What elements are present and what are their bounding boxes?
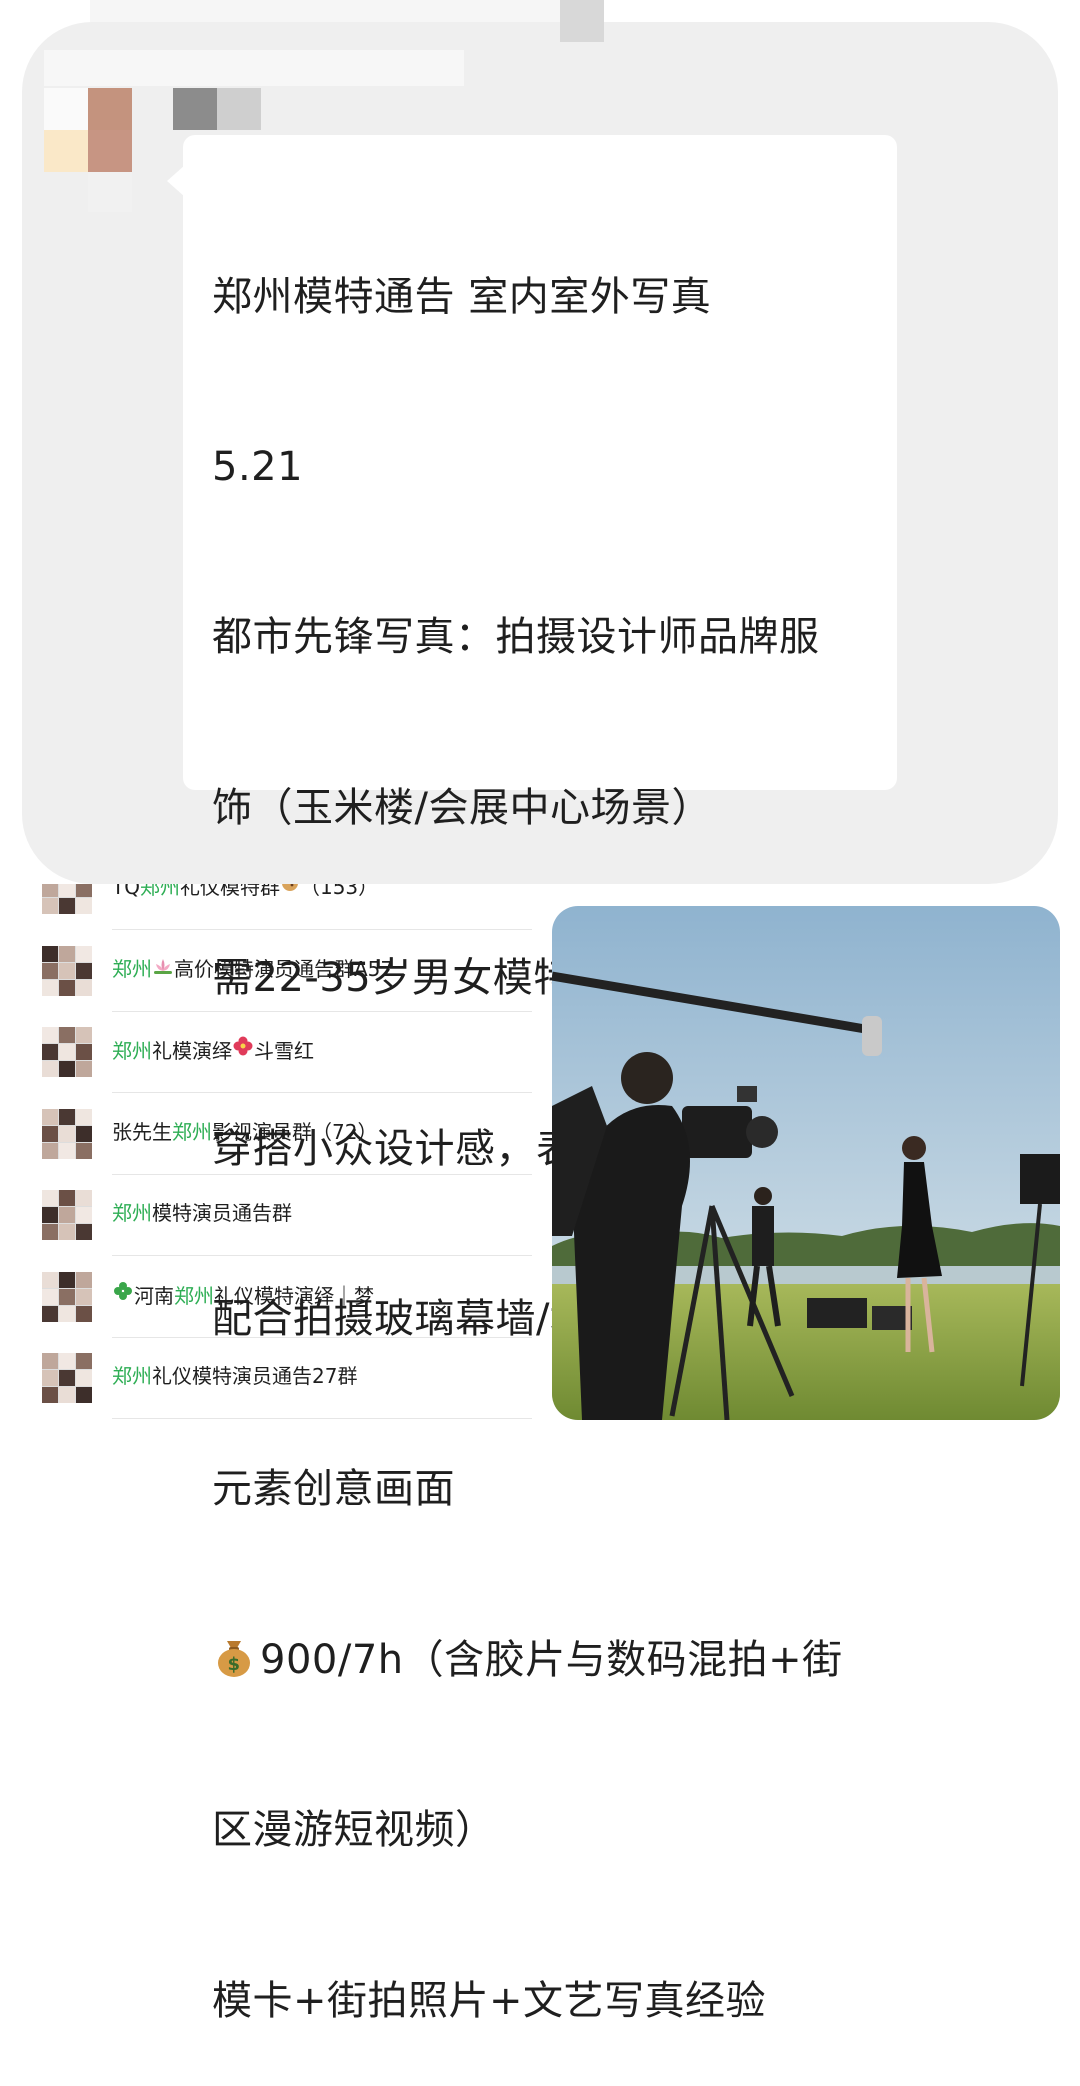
group-name-highlight: 郑州 bbox=[112, 1364, 152, 1388]
message-line: 区漫游短视频） bbox=[212, 1807, 496, 1854]
mosaic-block bbox=[173, 88, 217, 130]
group-name-text: 礼仪模特演员通告27群 bbox=[152, 1364, 358, 1388]
group-name: 河南郑州礼仪模特演绎｜梦 bbox=[112, 1280, 374, 1312]
clover-icon bbox=[112, 1280, 134, 1312]
group-avatar-grid bbox=[42, 1190, 92, 1240]
message-line-pay: $900/7h（含胶片与数码混拍+街 bbox=[212, 1632, 882, 1689]
group-name: 郑州礼模演绎 斗雪红 bbox=[112, 1035, 314, 1067]
group-name-text: （153） bbox=[299, 884, 379, 899]
group-name-highlight: 郑州 bbox=[139, 884, 180, 899]
group-list-item[interactable]: TQ郑州礼仪模特群 （153） bbox=[40, 884, 532, 930]
group-list-item[interactable]: 郑州礼仪模特演员通告27群 bbox=[40, 1337, 532, 1419]
group-name-highlight: 郑州 bbox=[112, 1201, 152, 1225]
group-name: 张先生郑州影视演员群（72） bbox=[112, 1117, 377, 1147]
message-line: 元素创意画面 bbox=[212, 1466, 455, 1513]
message-line: 郑州模特通告 室内室外写真 bbox=[212, 273, 712, 320]
group-list-item[interactable]: 张先生郑州影视演员群（72） bbox=[40, 1093, 532, 1175]
message-line: 都市先锋写真：拍摄设计师品牌服 bbox=[212, 614, 820, 661]
blurred-name bbox=[44, 50, 464, 86]
group-name-highlight: 郑州 bbox=[112, 1039, 152, 1063]
message-line: 饰（玉米楼/会展中心场景） bbox=[212, 784, 712, 831]
group-name-highlight: 郑州 bbox=[172, 1119, 212, 1144]
cookie-icon bbox=[280, 884, 300, 903]
group-name-text: 影视演员群（72） bbox=[212, 1119, 378, 1144]
group-avatar-grid bbox=[42, 1108, 92, 1159]
group-name-text: 礼模演绎 bbox=[152, 1039, 232, 1063]
group-name-text: 礼仪模特演绎｜梦 bbox=[214, 1283, 374, 1308]
group-avatar-grid bbox=[42, 1271, 92, 1322]
mosaic-block bbox=[217, 88, 261, 130]
group-name-text: 张先生 bbox=[112, 1119, 172, 1144]
group-name-text: 高价模特演员通告群A57 bbox=[174, 956, 394, 981]
group-name-text: TQ bbox=[112, 884, 140, 899]
message-line: 5.21 bbox=[212, 443, 304, 490]
group-avatar-grid bbox=[42, 1027, 92, 1077]
group-name: 郑州 高价模特演员通告群A57 bbox=[112, 954, 393, 985]
divider bbox=[112, 1418, 532, 1419]
group-name: 郑州礼仪模特演员通告27群 bbox=[112, 1361, 357, 1391]
group-list-item[interactable]: 河南郑州礼仪模特演绎｜梦 bbox=[40, 1256, 532, 1338]
group-name-text: 河南 bbox=[134, 1283, 174, 1308]
pay-text: 900/7h（含胶片与数码混拍+街 bbox=[260, 1636, 843, 1683]
message-line: 模卡+街拍照片+文艺写真经验 bbox=[212, 1977, 767, 2024]
lotus-icon bbox=[152, 955, 174, 985]
group-name-text: 礼仪模特群 bbox=[179, 884, 280, 899]
group-list-item[interactable]: 郑州模特演员通告群 bbox=[40, 1174, 532, 1256]
group-name: TQ郑州礼仪模特群 （153） bbox=[112, 884, 378, 903]
group-list-item[interactable]: 郑州 高价模特演员通告群A57 bbox=[40, 930, 532, 1012]
hibiscus-icon bbox=[232, 1035, 254, 1067]
film-set-photo[interactable] bbox=[552, 906, 1060, 1420]
group-name-highlight: 郑州 bbox=[112, 956, 152, 981]
group-name: 郑州模特演员通告群 bbox=[112, 1198, 292, 1228]
group-avatar-grid bbox=[42, 945, 92, 996]
blurred-header bbox=[90, 0, 570, 22]
group-list-item[interactable]: 郑州礼模演绎 斗雪红 bbox=[40, 1011, 532, 1093]
group-avatar-grid bbox=[42, 884, 92, 914]
group-list: TQ郑州礼仪模特群 （153） 郑州 高价模特演员通告群A57 郑州礼模演绎 斗雪红 张先生… bbox=[40, 884, 532, 1440]
group-avatar-grid bbox=[42, 1353, 92, 1403]
svg-text:$: $ bbox=[227, 1654, 240, 1675]
mosaic-block bbox=[560, 0, 604, 42]
avatar[interactable] bbox=[44, 88, 132, 212]
group-name-text: 模特演员通告群 bbox=[152, 1201, 292, 1225]
group-name-highlight: 郑州 bbox=[174, 1283, 214, 1308]
money-bag-icon: $ bbox=[212, 1635, 256, 1679]
group-name-text: 斗雪红 bbox=[254, 1039, 314, 1063]
